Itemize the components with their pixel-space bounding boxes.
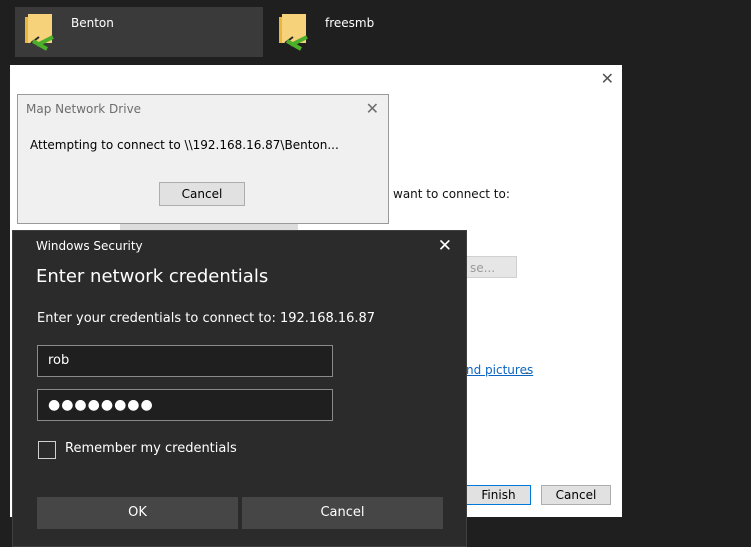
- folder-tile-benton[interactable]: Benton: [15, 7, 263, 57]
- wizard-prompt-fragment: want to connect to:: [393, 187, 510, 201]
- folder-name: Benton: [71, 16, 114, 30]
- link-trailing-period: .: [525, 363, 529, 377]
- username-field[interactable]: rob: [37, 345, 333, 377]
- network-folder-icon: [279, 14, 308, 51]
- dialog-title: Map Network Drive: [26, 102, 142, 116]
- finish-button[interactable]: Finish: [466, 485, 531, 505]
- remember-credentials-checkbox[interactable]: [38, 441, 56, 459]
- close-icon[interactable]: ✕: [438, 236, 452, 256]
- dialog-heading: Enter network credentials: [36, 266, 269, 287]
- map-network-drive-dialog: Map Network Drive ✕ Attempting to connec…: [17, 94, 389, 224]
- connecting-message: Attempting to connect to \\192.168.16.87…: [30, 138, 339, 152]
- network-folder-icon: [25, 14, 54, 51]
- finish-label: Finish: [481, 488, 516, 502]
- cancel-button[interactable]: Cancel: [242, 497, 443, 529]
- folder-tile-freesmb[interactable]: freesmb: [269, 7, 409, 57]
- folder-name: freesmb: [325, 16, 375, 30]
- documents-pictures-link[interactable]: nd pictures: [466, 363, 533, 377]
- browse-button[interactable]: se...: [465, 256, 517, 278]
- password-field[interactable]: ●●●●●●●●: [37, 389, 333, 421]
- remember-credentials-label[interactable]: Remember my credentials: [65, 441, 237, 456]
- dialog-title: Windows Security: [36, 239, 143, 253]
- ok-button[interactable]: OK: [37, 497, 238, 529]
- windows-security-dialog: Windows Security ✕ Enter network credent…: [12, 230, 467, 547]
- close-icon[interactable]: ✕: [366, 99, 379, 118]
- close-icon[interactable]: ✕: [601, 69, 614, 88]
- connecting-cancel-button[interactable]: Cancel: [159, 182, 245, 206]
- wizard-cancel-button[interactable]: Cancel: [541, 485, 611, 505]
- credentials-prompt: Enter your credentials to connect to: 19…: [37, 311, 376, 326]
